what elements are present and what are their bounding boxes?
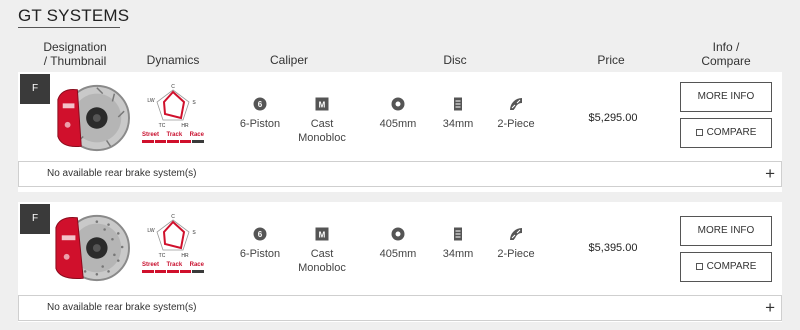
- caliper-type-line2: Monobloc: [298, 132, 346, 144]
- front-badge: F: [20, 204, 50, 234]
- more-info-button[interactable]: MORE INFO: [680, 216, 772, 246]
- dyn-label-c: C: [171, 84, 175, 90]
- rear-system-row[interactable]: No available rear brake system(s) +: [18, 161, 782, 187]
- usage-bars: [142, 140, 204, 143]
- rear-system-text: No available rear brake system(s): [47, 168, 197, 179]
- section-title: GT SYSTEMS: [18, 6, 130, 25]
- brake-thumbnail[interactable]: [52, 210, 130, 286]
- disc-thickness-icon: [454, 97, 462, 111]
- product-price: $5,295.00: [588, 112, 638, 124]
- header-designation: Designation / Thumbnail: [28, 40, 122, 68]
- dynamics-usage-scale: Street Track Race: [142, 132, 204, 143]
- usage-track: Track: [166, 262, 183, 268]
- disc-thickness-value: 34mm: [442, 248, 474, 260]
- caliper-type-line1: Cast: [310, 118, 334, 130]
- disc-diameter-value: 405mm: [379, 118, 417, 130]
- caliper-type: M Cast Monobloc: [287, 227, 357, 275]
- more-info-button[interactable]: MORE INFO: [680, 82, 772, 112]
- monobloc-icon: M: [315, 97, 329, 111]
- product-price: $5,395.00: [588, 242, 638, 254]
- header-dynamics: Dynamics: [146, 53, 200, 67]
- title-underline: [18, 27, 120, 28]
- rear-system-row[interactable]: No available rear brake system(s) +: [18, 295, 782, 321]
- dyn-label-hr: HR: [181, 123, 189, 129]
- expand-plus-icon[interactable]: +: [765, 297, 775, 319]
- svg-text:6: 6: [258, 100, 263, 109]
- caliper-type: M Cast Monobloc: [287, 97, 357, 145]
- header-caliper: Caliper: [269, 53, 308, 67]
- page: GT SYSTEMS Designation / Thumbnail Dynam…: [0, 0, 800, 330]
- brake-thumbnail[interactable]: [52, 80, 130, 156]
- header-designation-line1: Designation: [43, 40, 107, 54]
- dyn-label-tc: TC: [159, 123, 166, 129]
- usage-street: Street: [142, 262, 160, 268]
- disc-type-value: 2-Piece: [497, 118, 535, 130]
- dyn-label-s: S: [192, 100, 196, 106]
- disc-type-value: 2-Piece: [497, 248, 535, 260]
- header-price: Price: [597, 53, 625, 67]
- usage-track: Track: [166, 132, 183, 138]
- compare-button[interactable]: COMPARE: [680, 118, 772, 148]
- piston-count-icon: 6: [253, 97, 267, 111]
- disc-thickness-icon: [454, 227, 462, 241]
- disc-type: 2-Piece: [481, 97, 551, 131]
- two-piece-icon: [510, 98, 522, 111]
- header-designation-line2: / Thumbnail: [43, 54, 107, 68]
- rear-system-text: No available rear brake system(s): [47, 302, 197, 313]
- usage-street: Street: [142, 132, 160, 138]
- column-headers: Designation / Thumbnail Dynamics Caliper…: [0, 38, 800, 72]
- svg-text:M: M: [319, 231, 326, 240]
- svg-text:M: M: [319, 101, 326, 110]
- disc-diameter-icon: [391, 97, 405, 111]
- disc-diameter-value: 405mm: [379, 248, 417, 260]
- piston-count-icon: 6: [253, 227, 267, 241]
- svg-text:6: 6: [258, 230, 263, 239]
- dyn-label-c: C: [171, 214, 175, 220]
- caliper-pistons: 6 6-Piston: [225, 97, 295, 131]
- expand-plus-icon[interactable]: +: [765, 163, 775, 185]
- header-disc: Disc: [443, 53, 467, 67]
- usage-race: Race: [189, 132, 204, 138]
- compare-checkbox-icon[interactable]: [695, 263, 703, 270]
- dyn-label-hr: HR: [181, 253, 189, 259]
- caliper-pistons-value: 6-Piston: [239, 118, 281, 130]
- dyn-label-s: S: [192, 230, 196, 236]
- disc-type: 2-Piece: [481, 227, 551, 261]
- compare-checkbox-icon[interactable]: [695, 129, 703, 136]
- header-info-line2: Compare: [701, 54, 751, 68]
- caliper-pistons: 6 6-Piston: [225, 227, 295, 261]
- disc-diameter-icon: [391, 227, 405, 241]
- two-piece-icon: [510, 228, 522, 241]
- caliper-type-line2: Monobloc: [298, 262, 346, 274]
- dyn-label-lw: LW: [147, 98, 154, 104]
- dyn-label-tc: TC: [159, 253, 166, 259]
- compare-label: COMPARE: [706, 127, 757, 138]
- usage-race: Race: [189, 262, 204, 268]
- header-info-compare: Info / Compare: [680, 40, 772, 68]
- compare-button[interactable]: COMPARE: [680, 252, 772, 282]
- monobloc-icon: M: [315, 227, 329, 241]
- usage-bars: [142, 270, 204, 273]
- dynamics-usage-scale: Street Track Race: [142, 262, 204, 273]
- dyn-label-lw: LW: [147, 228, 154, 234]
- disc-thickness-value: 34mm: [442, 118, 474, 130]
- front-badge: F: [20, 74, 50, 104]
- compare-label: COMPARE: [706, 261, 757, 272]
- header-info-line1: Info /: [712, 40, 740, 54]
- caliper-pistons-value: 6-Piston: [239, 248, 281, 260]
- caliper-type-line1: Cast: [310, 248, 334, 260]
